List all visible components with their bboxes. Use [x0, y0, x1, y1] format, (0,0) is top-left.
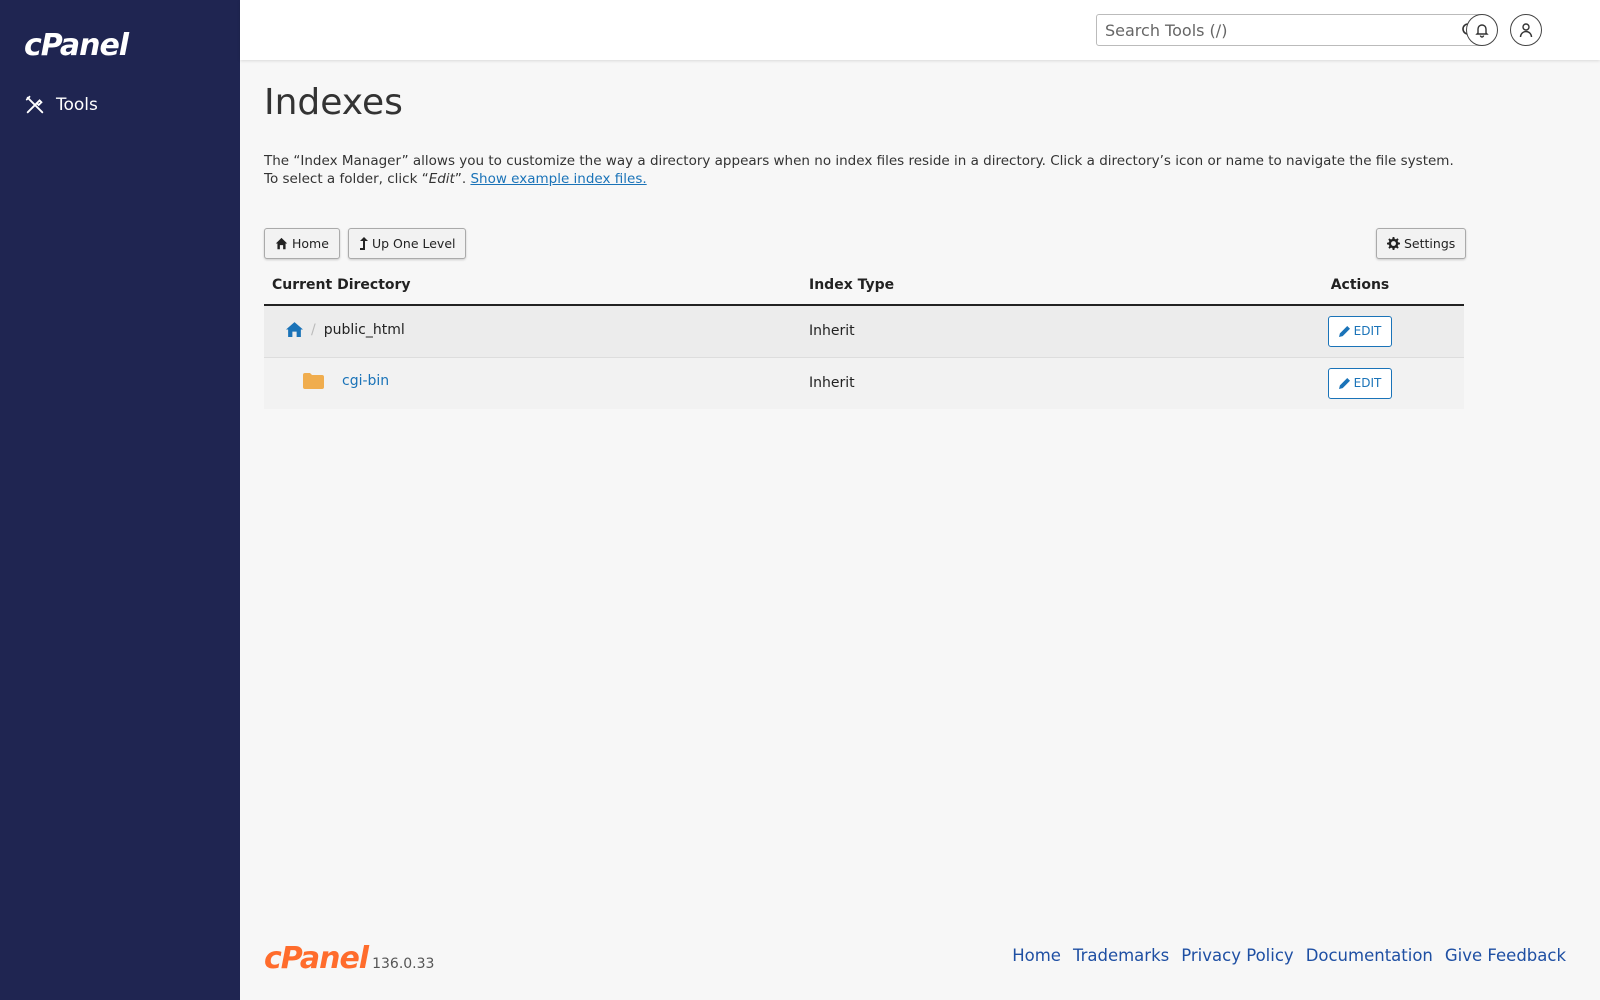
gear-icon: [1387, 237, 1400, 250]
edit-button[interactable]: EDIT: [1327, 315, 1393, 347]
top-bar: [240, 0, 1600, 60]
path-separator: /: [311, 321, 316, 338]
edit-button[interactable]: EDIT: [1327, 367, 1393, 399]
version-label: 136.0.33: [372, 956, 435, 972]
header-current-directory: Current Directory: [264, 265, 801, 306]
directory-link-cgi-bin[interactable]: cgi-bin: [342, 373, 389, 389]
sidebar-item-tools[interactable]: Tools: [24, 94, 98, 116]
footer-link-privacy-policy[interactable]: Privacy Policy: [1181, 946, 1293, 965]
footer-brand: cPanel 136.0.33: [264, 944, 434, 974]
directory-name: public_html: [323, 321, 405, 338]
pencil-icon: [1338, 325, 1350, 337]
notifications-button[interactable]: [1466, 14, 1498, 46]
user-menu-button[interactable]: [1510, 14, 1542, 46]
footer-cpanel-logo[interactable]: cPanel: [264, 944, 369, 974]
header-index-type: Index Type: [801, 265, 1256, 306]
tools-icon: [25, 95, 44, 114]
footer-link-give-feedback[interactable]: Give Feedback: [1445, 946, 1566, 965]
settings-button[interactable]: Settings: [1376, 228, 1467, 259]
user-icon: [1519, 23, 1533, 38]
footer-link-home[interactable]: Home: [1012, 946, 1061, 965]
table-header-row: Current Directory Index Type Actions: [264, 265, 1464, 306]
bell-icon: [1475, 24, 1489, 38]
index-type-cell: Inherit: [801, 357, 1256, 409]
footer-link-trademarks[interactable]: Trademarks: [1073, 946, 1169, 965]
search-input[interactable]: [1097, 20, 1455, 40]
up-one-level-button[interactable]: Up One Level: [348, 228, 467, 259]
home-icon[interactable]: [286, 322, 303, 337]
current-directory-cell: / public_html: [264, 305, 801, 358]
directory-table: Current Directory Index Type Actions / p…: [264, 265, 1464, 409]
actions-cell: EDIT: [1256, 357, 1464, 409]
actions-cell: EDIT: [1256, 305, 1464, 358]
home-icon: [275, 237, 288, 250]
table-row: cgi-bin Inherit EDIT: [264, 357, 1464, 409]
cpanel-logo[interactable]: cPanel: [24, 28, 129, 63]
sidebar-item-label: Tools: [56, 95, 98, 115]
page-description: The “Index Manager” allows you to custom…: [264, 153, 1454, 187]
show-example-index-files-link[interactable]: Show example index files.: [470, 171, 646, 187]
level-up-icon: [360, 236, 368, 250]
sidebar: cPanel Tools: [0, 0, 240, 1000]
pencil-icon: [1338, 377, 1350, 389]
index-type-cell: Inherit: [801, 305, 1256, 358]
table-row: / public_html Inherit EDIT: [264, 305, 1464, 358]
home-button[interactable]: Home: [264, 228, 340, 259]
folder-icon[interactable]: [303, 373, 324, 390]
header-actions: Actions: [1256, 265, 1464, 306]
page-title: Indexes: [264, 82, 403, 123]
footer-links: Home Trademarks Privacy Policy Documenta…: [1012, 946, 1566, 965]
footer-link-documentation[interactable]: Documentation: [1306, 946, 1433, 965]
search-box: [1096, 14, 1484, 46]
directory-cell: cgi-bin: [264, 357, 801, 409]
